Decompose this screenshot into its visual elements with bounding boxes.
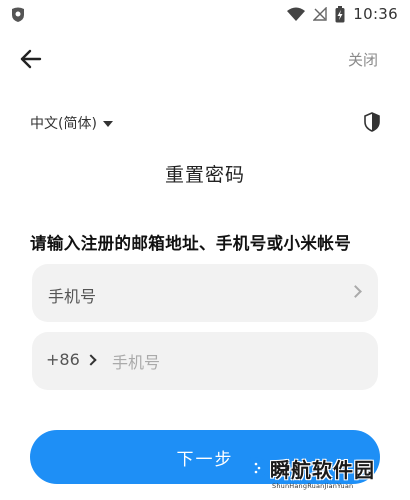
account-type-selector[interactable]: 手机号 xyxy=(32,264,378,322)
wifi-icon xyxy=(287,7,306,21)
chevron-right-icon xyxy=(349,285,362,298)
shield-icon xyxy=(364,112,380,132)
country-code-selector[interactable]: +86 xyxy=(46,350,97,369)
status-bar: 10:36 xyxy=(0,0,410,30)
status-time: 10:36 xyxy=(353,5,398,23)
phone-input[interactable] xyxy=(110,348,354,376)
account-type-label: 手机号 xyxy=(48,287,97,306)
app-shield-icon xyxy=(12,7,24,22)
language-select[interactable]: 中文(简体) xyxy=(30,113,113,133)
chevron-right-icon xyxy=(85,354,97,366)
watermark: 瞬航软件园 ShunHangRuanJianYuan xyxy=(244,448,384,498)
close-button[interactable]: 关闭 xyxy=(348,49,378,70)
battery-charging-icon xyxy=(335,5,345,22)
caret-down-icon xyxy=(102,121,113,127)
phone-field: +86 xyxy=(32,332,378,390)
security-button[interactable] xyxy=(364,112,380,132)
watermark-subtitle: ShunHangRuanJianYuan xyxy=(272,482,354,490)
no-signal-icon xyxy=(313,7,327,21)
country-code-label: +86 xyxy=(46,350,80,369)
back-arrow-icon xyxy=(20,49,42,69)
instruction-text: 请输入注册的邮箱地址、手机号或小米帐号 xyxy=(30,234,352,253)
back-button[interactable] xyxy=(18,46,46,72)
watermark-title: 瞬航软件园 xyxy=(270,458,375,482)
language-label: 中文(简体) xyxy=(30,116,97,132)
page-title: 重置密码 xyxy=(164,164,245,186)
